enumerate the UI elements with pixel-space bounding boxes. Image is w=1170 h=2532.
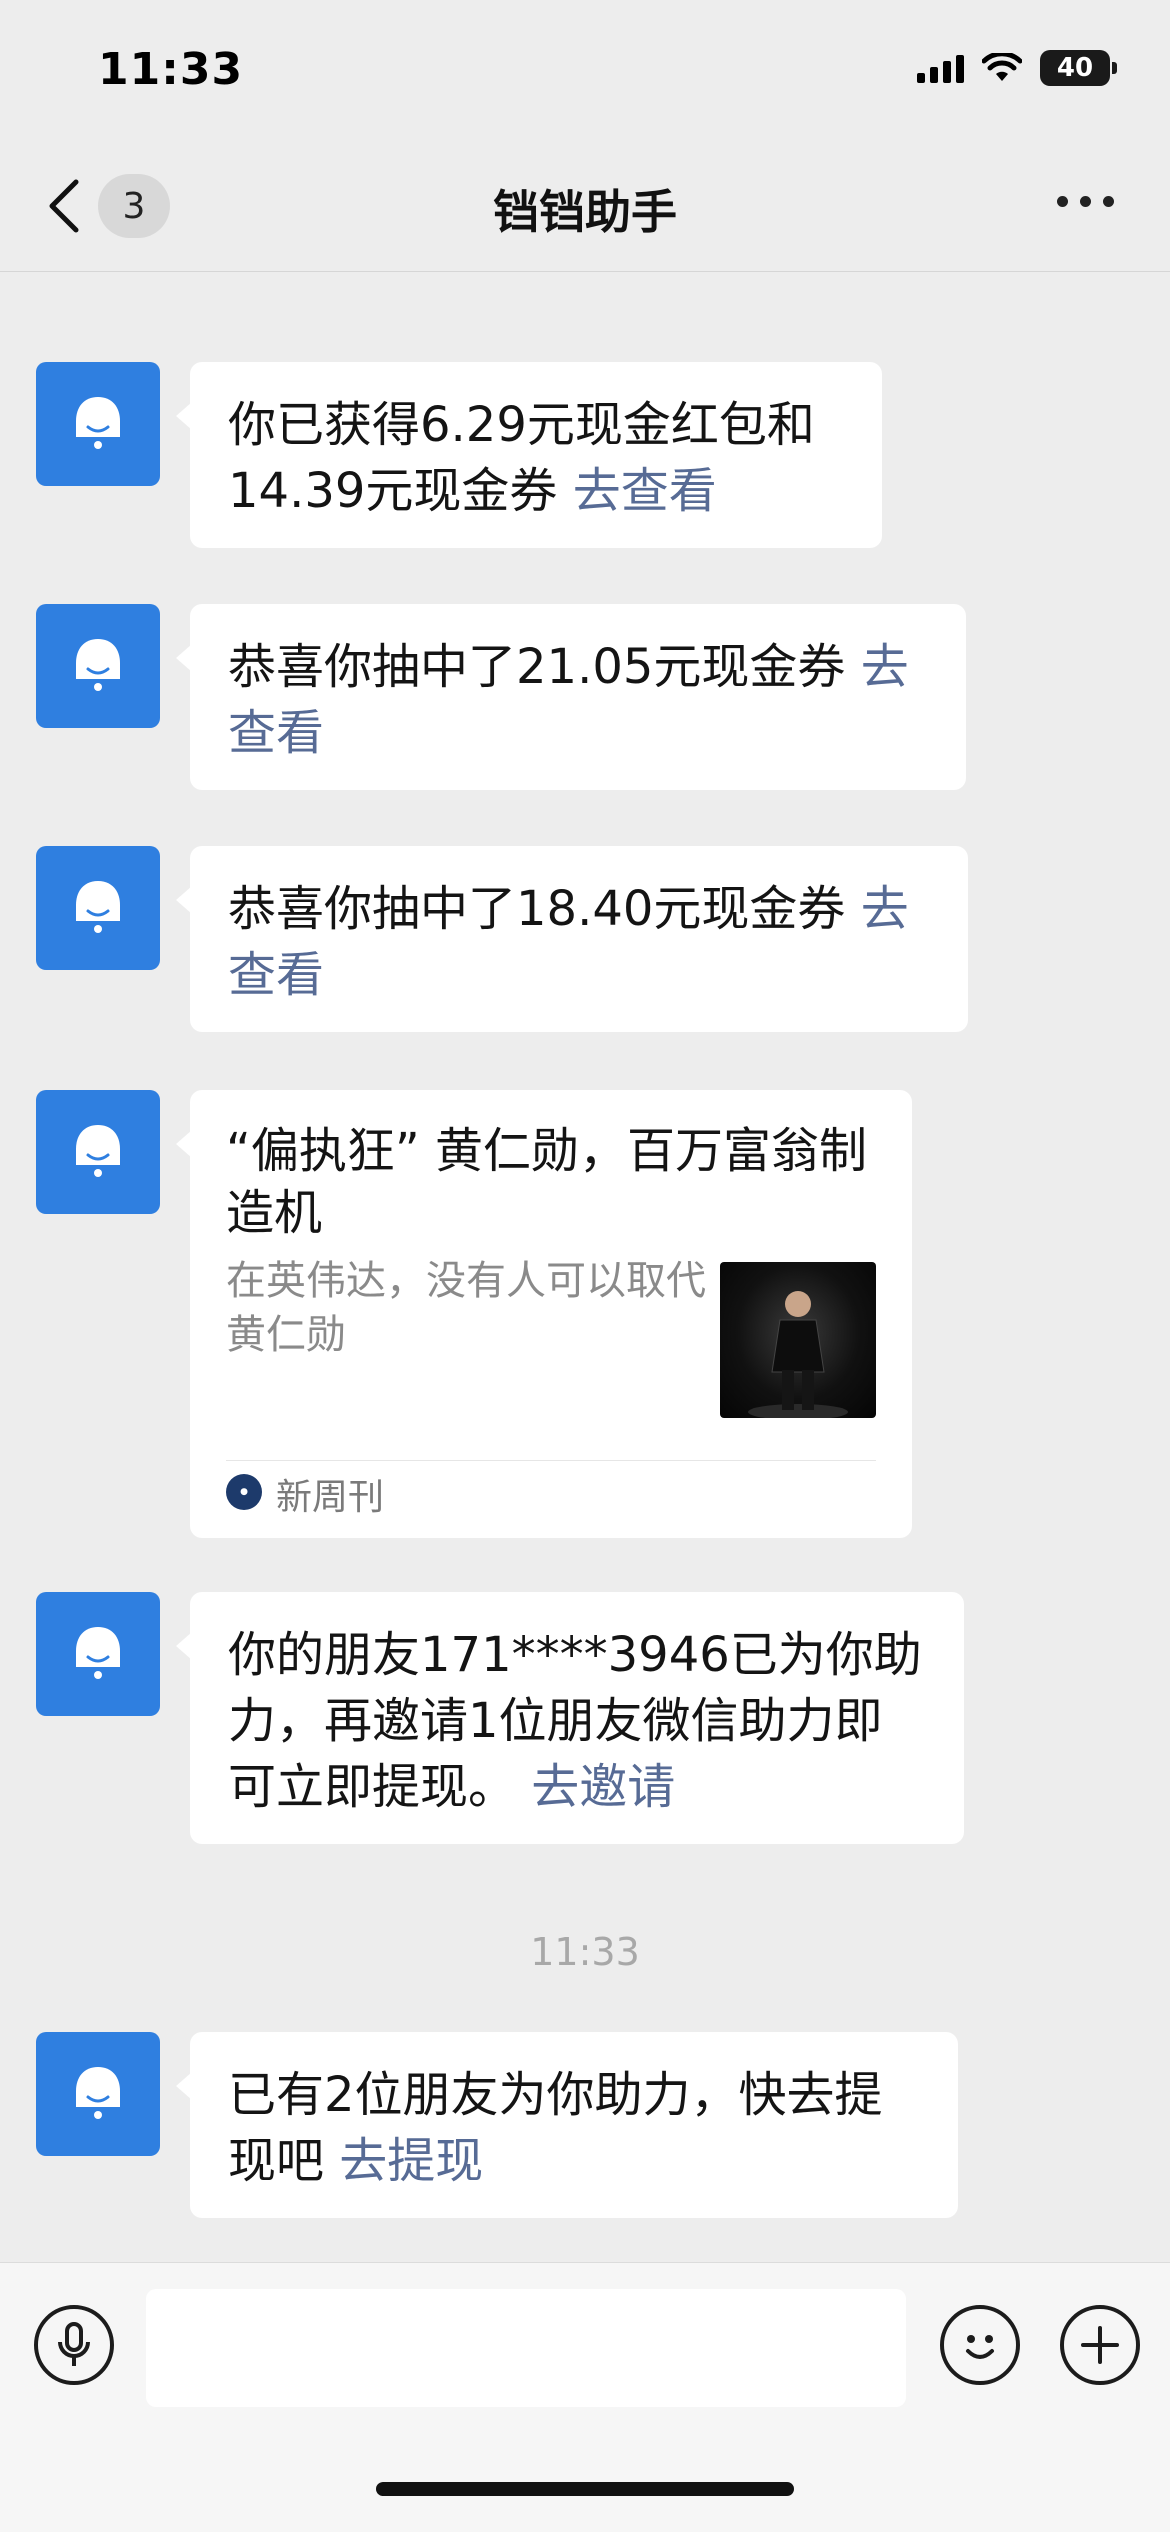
message-bubble: 你的朋友171****3946已为你助力，再邀请1位朋友微信助力即可立即提现。 … [176, 1592, 964, 1844]
bell-icon[interactable] [36, 1090, 160, 1214]
view-link[interactable]: 去查看 [573, 463, 717, 519]
bell-icon[interactable] [36, 604, 160, 728]
more-dots-icon[interactable] [1057, 196, 1114, 207]
message-text: 恭喜你抽中了18.40元现金券 [228, 881, 846, 937]
bell-icon[interactable] [36, 2032, 160, 2156]
battery-icon: 40 [1040, 50, 1117, 86]
message-text: 你已获得6.29元现金红包和14.39元现金券 [228, 397, 815, 519]
message-text: 已有2位朋友为你助力，快去提现吧 [228, 2067, 883, 2189]
status-time: 11:33 [98, 44, 244, 95]
article-card[interactable]: “偏执狂” 黄仁勋，百万富翁制造机 在英伟达，没有人可以取代黄仁勋 ● 新周刊 [176, 1090, 912, 1538]
divider [226, 1460, 876, 1461]
home-indicator[interactable] [376, 2482, 794, 2496]
message-bubble: 已有2位朋友为你助力，快去提现吧 去提现 [176, 2032, 958, 2218]
article-title: “偏执狂” 黄仁勋，百万富翁制造机 [226, 1123, 867, 1241]
wifi-icon [982, 53, 1022, 83]
withdraw-link[interactable]: 去提现 [339, 2133, 483, 2189]
message-timestamp: 11:33 [530, 1930, 640, 1974]
navigation-bar: 11:33 40 3 铛铛助手 [0, 0, 1170, 272]
emoji-icon[interactable] [940, 2305, 1020, 2385]
message-bubble: 恭喜你抽中了21.05元现金券 去查看 [176, 604, 966, 790]
message-input[interactable] [146, 2289, 906, 2407]
chat-title: 铛铛助手 [493, 185, 677, 239]
bell-icon[interactable] [36, 1592, 160, 1716]
message-bubble: 恭喜你抽中了18.40元现金券 去查看 [176, 846, 968, 1032]
invite-link[interactable]: 去邀请 [531, 1759, 675, 1815]
cellular-signal-icon [917, 53, 964, 83]
source-logo-icon: ● [226, 1474, 262, 1510]
plus-icon[interactable] [1060, 2305, 1140, 2385]
message-text: 恭喜你抽中了21.05元现金券 [228, 639, 846, 695]
article-description: 在英伟达，没有人可以取代黄仁勋 [226, 1258, 706, 1358]
article-thumbnail [720, 1262, 876, 1418]
article-source: 新周刊 [276, 1477, 385, 1518]
bell-icon[interactable] [36, 846, 160, 970]
battery-level: 40 [1056, 53, 1094, 83]
microphone-icon[interactable] [34, 2305, 114, 2385]
bell-icon[interactable] [36, 362, 160, 486]
message-bubble: 你已获得6.29元现金红包和14.39元现金券 去查看 [176, 362, 882, 548]
status-icons: 40 [917, 50, 1117, 86]
